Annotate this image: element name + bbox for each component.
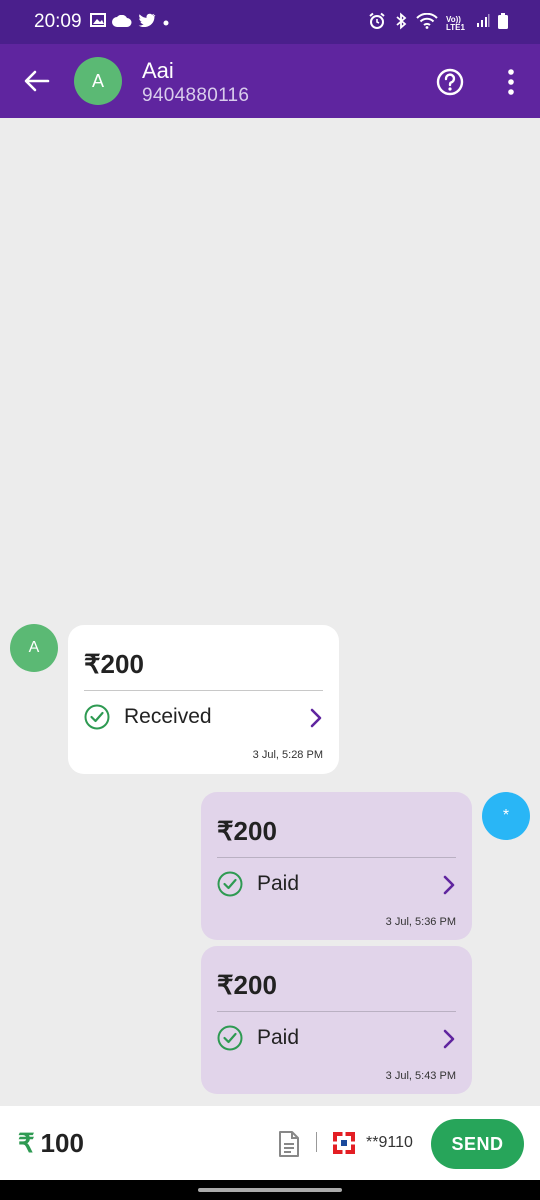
currency-symbol: ₹: [18, 1128, 35, 1158]
message-timestamp: 3 Jul, 5:36 PM: [385, 916, 456, 928]
bank-logo-icon[interactable]: [332, 1131, 356, 1155]
status-right-icons: Vo)) LTE1: [368, 12, 508, 35]
check-circle-icon: [217, 871, 243, 897]
message-timestamp: 3 Jul, 5:43 PM: [385, 1070, 456, 1082]
payment-status: Paid: [257, 872, 300, 895]
payment-amount: ₹200: [84, 649, 144, 679]
payment-status-row: Received: [84, 704, 212, 730]
network-label: Vo)) LTE1: [446, 14, 465, 32]
payment-status-row: Paid: [217, 1025, 299, 1051]
more-options-button[interactable]: [498, 68, 524, 96]
bubble-divider: [84, 690, 323, 691]
chat-area[interactable]: A ₹200 Received 3 Jul, 5:28 PM * ₹200 Pa…: [0, 118, 540, 1106]
payment-sent-bubble[interactable]: ₹200 Paid 3 Jul, 5:43 PM: [201, 946, 472, 1094]
gallery-icon: [90, 13, 106, 32]
payment-amount: ₹200: [217, 970, 277, 1000]
more-vertical-icon: [508, 69, 514, 95]
amount-input[interactable]: ₹ 100: [18, 1128, 84, 1159]
payment-status: Received: [124, 705, 212, 728]
dot-icon: [162, 14, 170, 32]
payment-status: Paid: [257, 1026, 300, 1049]
account-mask[interactable]: **9110: [366, 1134, 413, 1152]
amount-value: 100: [40, 1128, 84, 1158]
cloud-icon: [112, 14, 132, 32]
payment-sent-bubble[interactable]: ₹200 Paid 3 Jul, 5:36 PM: [201, 792, 472, 940]
sent-avatar-letter: *: [502, 807, 510, 824]
payment-composer: ₹ 100 **9110 SEND: [0, 1106, 540, 1180]
chevron-right-icon[interactable]: [307, 707, 325, 729]
wifi-icon: [416, 12, 438, 34]
message-timestamp: 3 Jul, 5:28 PM: [252, 749, 323, 761]
payment-received-bubble[interactable]: ₹200 Received 3 Jul, 5:28 PM: [68, 625, 339, 774]
status-time: 20:09: [34, 11, 82, 32]
sent-avatar: *: [482, 792, 530, 840]
received-avatar: A: [10, 624, 58, 672]
bluetooth-icon: [394, 12, 408, 35]
back-button[interactable]: [20, 64, 54, 98]
contact-name[interactable]: Aai: [142, 58, 174, 84]
arrow-left-icon: [24, 70, 50, 92]
help-circle-icon: [436, 68, 464, 96]
contact-avatar-letter: A: [91, 70, 104, 91]
battery-icon: [498, 13, 508, 34]
conversation-header: A Aai 9404880116: [0, 44, 540, 118]
composer-separator: [316, 1132, 317, 1152]
home-handle[interactable]: [198, 1188, 342, 1192]
twitter-icon: [138, 13, 156, 32]
check-circle-icon: [84, 704, 110, 730]
payment-amount: ₹200: [217, 816, 277, 846]
note-icon[interactable]: [278, 1130, 300, 1158]
signal-icon: [476, 14, 490, 33]
contact-phone[interactable]: 9404880116: [142, 85, 249, 107]
help-button[interactable]: [436, 68, 464, 96]
contact-avatar[interactable]: A: [74, 57, 122, 105]
system-nav-bar: [0, 1180, 540, 1200]
check-circle-icon: [217, 1025, 243, 1051]
chevron-right-icon[interactable]: [440, 874, 458, 896]
status-bar: 20:09 Vo)) LTE1: [0, 0, 540, 44]
alarm-icon: [368, 12, 386, 35]
send-button[interactable]: SEND: [431, 1119, 524, 1169]
payment-status-row: Paid: [217, 871, 299, 897]
status-left-icons: [90, 13, 170, 32]
received-avatar-letter: A: [28, 639, 40, 656]
chevron-right-icon[interactable]: [440, 1028, 458, 1050]
bubble-divider: [217, 857, 456, 858]
bubble-divider: [217, 1011, 456, 1012]
